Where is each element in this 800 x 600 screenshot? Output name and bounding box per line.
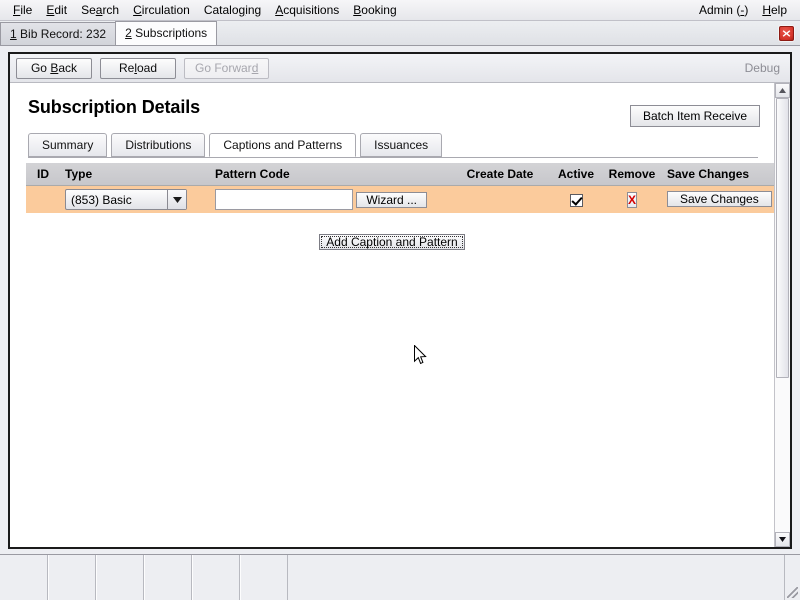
status-panel-1	[0, 555, 48, 600]
navigation-toolbar: Go Back Reload Go Forward Debug	[10, 54, 790, 83]
menu-cataloging[interactable]: Cataloging	[197, 1, 268, 19]
cell-active	[550, 186, 602, 214]
tab-captions-and-patterns[interactable]: Captions and Patterns	[209, 133, 356, 157]
cell-save-changes: Save Changes	[662, 186, 774, 214]
table-row: (853) Basic (854) Supplement (855) Index	[26, 186, 774, 214]
remove-button[interactable]: X	[627, 192, 637, 208]
reload-button[interactable]: Reload	[100, 58, 176, 79]
cell-create-date	[450, 186, 550, 214]
cell-pattern-code: Wizard ...	[210, 186, 450, 214]
column-header-remove: Remove	[602, 163, 662, 186]
status-panel-3	[96, 555, 144, 600]
wizard-button[interactable]: Wizard ...	[356, 192, 427, 208]
scroll-up-button[interactable]	[775, 83, 790, 98]
detail-tab-strip: Summary Distributions Captions and Patte…	[28, 132, 758, 158]
status-panel-2	[48, 555, 96, 600]
tab-summary[interactable]: Summary	[28, 133, 107, 157]
window-tab-bar: 1 Bib Record: 232 2 Subscriptions	[0, 21, 800, 46]
column-header-create-date: Create Date	[450, 163, 550, 186]
cell-id	[26, 186, 60, 214]
status-bar	[0, 554, 800, 600]
tab-distributions[interactable]: Distributions	[111, 133, 205, 157]
pattern-code-input[interactable]	[215, 189, 353, 210]
captions-and-patterns-table: ID Type Pattern Code Create Date Active …	[26, 163, 774, 213]
menu-admin[interactable]: Admin (-)	[692, 1, 755, 19]
column-header-active: Active	[550, 163, 602, 186]
go-back-button[interactable]: Go Back	[16, 58, 92, 79]
menu-search[interactable]: Search	[74, 1, 126, 19]
cell-type: (853) Basic (854) Supplement (855) Index	[60, 186, 210, 214]
browser-frame: Go Back Reload Go Forward Debug Batch It…	[8, 52, 792, 549]
column-header-type: Type	[60, 163, 210, 186]
menu-edit[interactable]: Edit	[39, 1, 74, 19]
scrollbar-thumb[interactable]	[776, 98, 789, 378]
status-panel-4	[144, 555, 192, 600]
active-checkbox[interactable]	[570, 194, 583, 207]
save-changes-button[interactable]: Save Changes	[667, 191, 772, 207]
tab-issuances[interactable]: Issuances	[360, 133, 442, 157]
menu-acquisitions[interactable]: Acquisitions	[268, 1, 346, 19]
add-row-container: Add Caption and Pattern	[26, 234, 758, 251]
menu-help[interactable]: Help	[755, 1, 794, 19]
status-panel-5	[192, 555, 240, 600]
table-body: (853) Basic (854) Supplement (855) Index	[26, 186, 774, 214]
subscription-details-page: Batch Item Receive Subscription Details …	[10, 83, 774, 547]
table-header: ID Type Pattern Code Create Date Active …	[26, 163, 774, 186]
batch-item-receive-button[interactable]: Batch Item Receive	[630, 105, 760, 127]
column-header-pattern-code: Pattern Code	[210, 163, 450, 186]
scroll-down-button[interactable]	[775, 532, 790, 547]
column-header-save-changes: Save Changes	[662, 163, 774, 186]
type-select[interactable]: (853) Basic (854) Supplement (855) Index	[65, 189, 187, 210]
column-header-id: ID	[26, 163, 60, 186]
type-select-wrapper: (853) Basic (854) Supplement (855) Index	[65, 189, 187, 210]
cell-remove: X	[602, 186, 662, 214]
content-area: Batch Item Receive Subscription Details …	[10, 83, 790, 547]
table-header-row: ID Type Pattern Code Create Date Active …	[26, 163, 774, 186]
application-window: File Edit Search Circulation Cataloging …	[0, 0, 800, 600]
menu-booking[interactable]: Booking	[346, 1, 403, 19]
menu-circulation[interactable]: Circulation	[126, 1, 197, 19]
scrollbar-track[interactable]	[775, 98, 790, 532]
status-panel-6	[240, 555, 288, 600]
window-tab-bib-record[interactable]: 1 Bib Record: 232	[0, 22, 116, 45]
close-icon[interactable]	[779, 26, 794, 41]
status-bar-filler	[288, 555, 784, 600]
window-tab-filler	[216, 44, 779, 45]
menu-file[interactable]: File	[6, 1, 39, 19]
mouse-cursor	[414, 345, 428, 367]
vertical-scrollbar[interactable]	[774, 83, 790, 547]
menu-bar: File Edit Search Circulation Cataloging …	[0, 0, 800, 21]
add-caption-and-pattern-button[interactable]: Add Caption and Pattern	[319, 234, 464, 250]
window-tab-subscriptions[interactable]: 2 Subscriptions	[115, 21, 217, 45]
resize-grip[interactable]	[784, 555, 800, 600]
go-forward-button: Go Forward	[184, 58, 269, 79]
debug-label: Debug	[745, 61, 784, 75]
